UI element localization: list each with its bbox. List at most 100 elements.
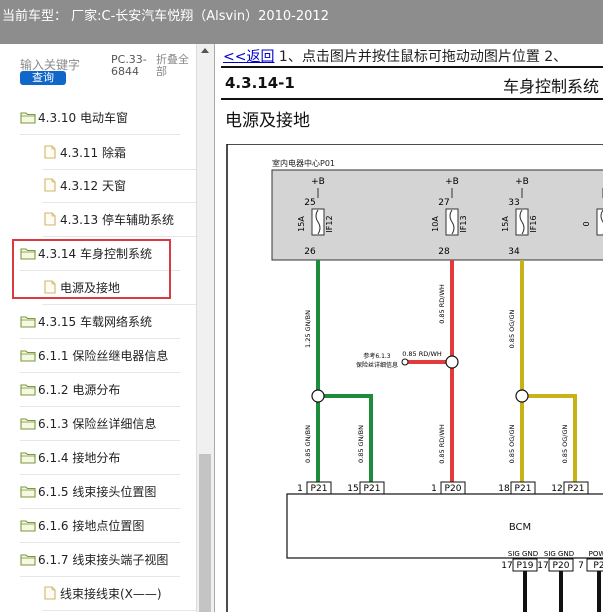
fuse-top-pin: 25 [304,198,315,208]
fuse-rating: 15A [501,216,510,232]
tree-separator [20,542,180,543]
bcm-box [286,493,603,559]
sidebar-scrollbar[interactable] [196,44,214,612]
tree-page-item[interactable]: 4.3.12 天窗 [42,172,202,203]
ground-label: SIG GND [544,550,574,558]
wire-label: 0.85 OG/GN [508,309,516,348]
highlight-box [12,239,171,299]
tree-separator [20,474,180,475]
tree-separator [20,372,180,373]
ground-pin-number: 17 [537,561,548,571]
page-icon [44,586,56,600]
tree-folder-item[interactable]: 6.1.1 保险丝继电器信息 [20,342,180,373]
tree-separator [42,169,202,170]
fuse-supply-label: +B [311,177,325,187]
tree-page-item[interactable]: 4.3.11 除霜 [42,139,202,170]
tree-item-label: 6.1.5 线束接头位置图 [38,484,157,499]
content-pane: <<返回 1、点击图片并按住鼠标可拖动动图片位置 2、 4.3.14-1 车身控… [214,44,603,612]
fuse-rating: 10A [431,216,440,232]
folder-icon [20,452,36,464]
connector-id: P21 [364,484,381,494]
tree-separator [42,202,202,203]
tree-item-label: 6.1.6 接地点位置图 [38,518,145,533]
ground-connector-id: P19 [517,561,534,571]
tree-separator [20,440,180,441]
page-icon [44,212,56,226]
collapse-all-button[interactable]: 折叠全部 [156,54,194,78]
folder-icon [20,350,36,362]
tree-item-label: 6.1.7 线束接头端子视图 [38,552,169,567]
sidebar: 输入关键字 查询 PC.33-6844 折叠全部 4.3.10 电动车窗 4.3.… [0,44,214,612]
tree-item-label: 4.3.11 除霜 [60,145,126,160]
pin-number: 15 [347,484,358,494]
fuse-element [596,208,603,236]
connector-id: P21 [515,484,532,494]
ref-note-line: 保险丝详细信息 [356,361,398,369]
fuse-supply-label: +B [445,177,459,187]
tree-item-label: 4.3.10 电动车窗 [38,110,128,125]
tree-item-label: 4.3.15 车载网络系统 [38,314,152,329]
tree-separator [20,508,180,509]
fuse-bottom-pin: 34 [508,247,520,257]
query-button[interactable]: 查询 [20,71,66,85]
splice-node-green [311,389,325,403]
tree-folder-item[interactable]: 6.1.5 线束接头位置图 [20,478,180,509]
connector-id: P21 [311,484,328,494]
wire-label: 0.85 GN/BN [357,425,365,463]
wire-label: 1.25 GN/BN [304,310,312,348]
tree-item-label: 6.1.3 保险丝详细信息 [38,416,157,431]
tree-folder-item[interactable]: 6.1.2 电源分布 [20,376,180,407]
scrollbar-thumb[interactable] [199,454,211,612]
pin-number: 18 [498,484,510,494]
pin-number: 1 [297,484,303,494]
bcm-label: BCM [509,522,531,533]
folder-icon [20,418,36,430]
tree-page-item[interactable]: 线束接线束(X——) [42,580,202,611]
tree-folder-item[interactable]: 4.3.10 电动车窗 [20,104,180,135]
wire-label: 0.85 GN/BN [304,425,312,463]
ground-label: SIG GND [508,550,538,558]
tree-item-label: 4.3.13 停车辅助系统 [60,212,174,227]
ground-label: POW [589,550,603,558]
tree-folder-item[interactable]: 4.3.15 车载网络系统 [20,308,180,339]
title-bar: 当前车型： 厂家:C-长安汽车悦翔（Alsvin）2010-2012 [0,0,603,44]
folder-icon [20,486,36,498]
diagram-title: 电源及接地 [225,111,310,131]
tree-folder-item[interactable]: 6.1.4 接地分布 [20,444,180,475]
connector-id: P21 [568,484,585,494]
nav-row: <<返回 1、点击图片并按住鼠标可拖动动图片位置 2、 [223,46,567,66]
wiring-diagram[interactable]: 室内电器中心P01 +B 25 15A IF12 26 +B 27 10A IF13 28 +B 33… [215,144,603,612]
page-icon [44,178,56,192]
fuse-top-pin: 27 [438,198,449,208]
wire-label-branch: 0.85 RD/WH [402,350,442,358]
ground-pin-number: 7 [578,561,584,571]
folder-icon [20,384,36,396]
tree-separator [20,406,180,407]
pin-number: 12 [551,484,562,494]
section-title: 车身控制系统 [503,77,600,96]
tree-folder-item[interactable]: 6.1.3 保险丝详细信息 [20,410,180,441]
connector-id: P20 [445,484,462,494]
tree-item-label: 6.1.2 电源分布 [38,382,121,397]
page-icon [44,145,56,159]
back-link[interactable]: <<返回 [223,49,274,65]
tree-folder-item[interactable]: 6.1.6 接地点位置图 [20,512,180,543]
tree-separator [20,576,180,577]
tree-item-label: 线束接线束(X——) [60,586,162,601]
ground-connector-id: P20 [553,561,570,571]
pin-number: 1 [431,484,437,494]
instruction-text: 1、点击图片并按住鼠标可拖动动图片位置 2、 [274,49,568,65]
fuse-rating: 15A [297,216,306,232]
ground-pin-number: 17 [501,561,512,571]
branch-end-node [401,358,409,366]
pc-code: PC.33-6844 [111,53,147,78]
scroll-up-icon[interactable] [201,48,209,53]
tree-page-item[interactable]: 4.3.13 停车辅助系统 [42,206,202,237]
fuse-supply-label: +B [515,177,529,187]
folder-icon [20,316,36,328]
fuse-name: IF13 [459,215,468,232]
tree-separator [20,338,180,339]
section-header: 4.3.14-1 车身控制系统 [221,66,603,100]
tree-folder-item[interactable]: 6.1.7 线束接头端子视图 [20,546,180,577]
tree-separator [42,236,202,237]
